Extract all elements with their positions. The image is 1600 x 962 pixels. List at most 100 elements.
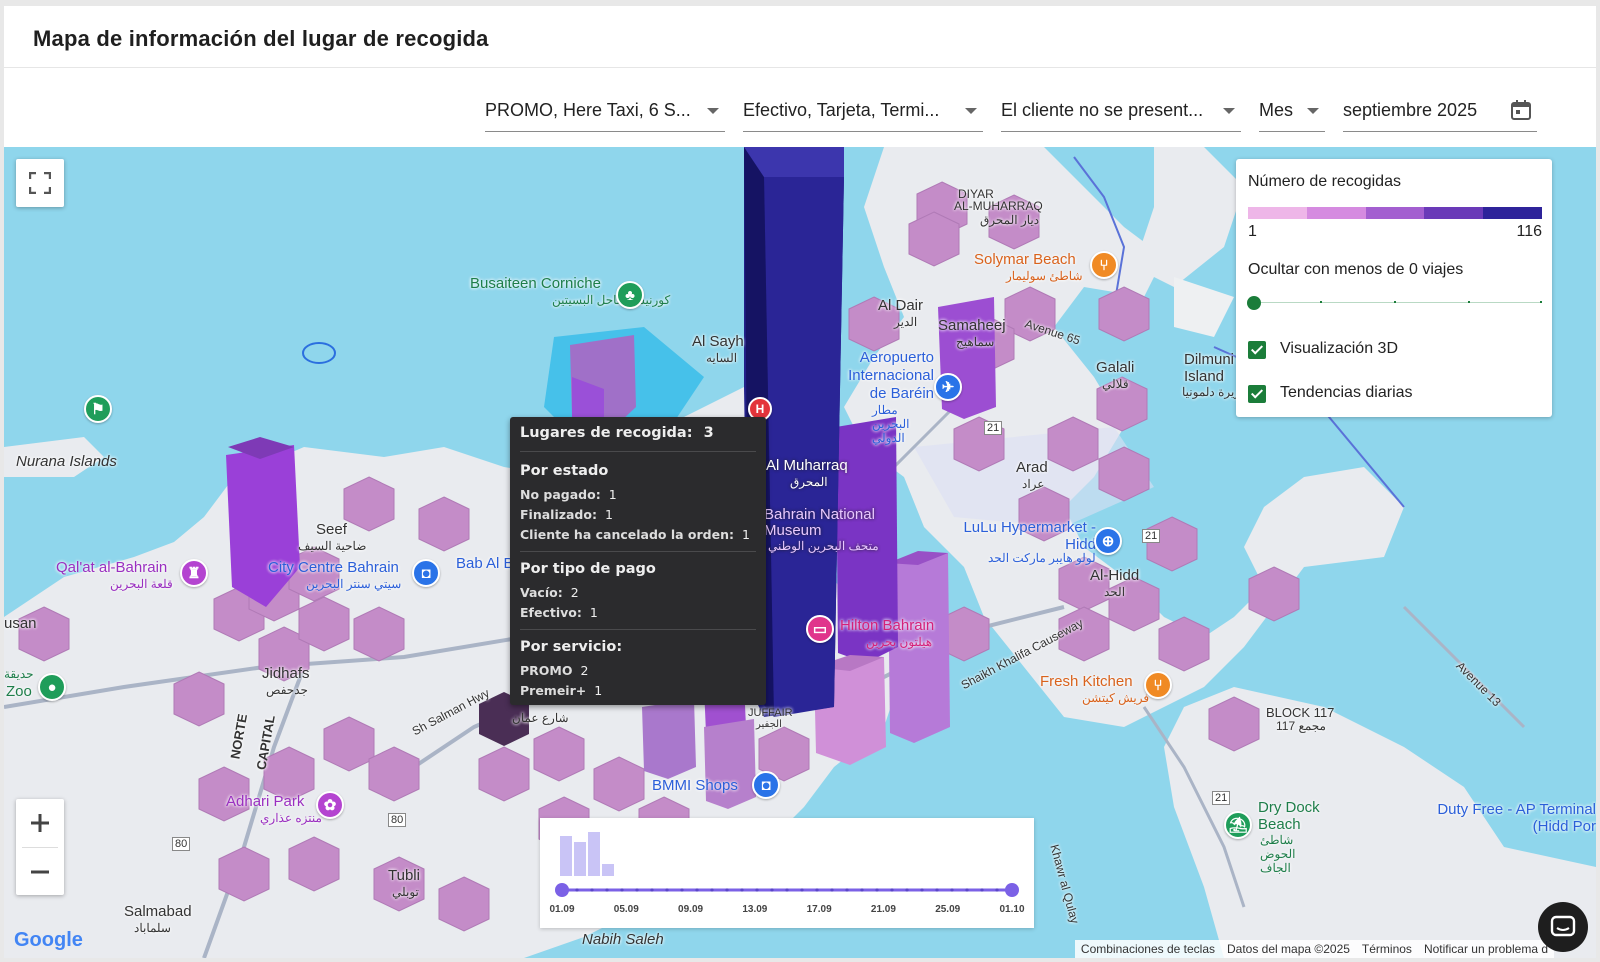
- map-label: Samaheej: [938, 317, 1006, 334]
- legend-color-step: [1483, 207, 1542, 219]
- timeline-day-dot: [815, 888, 819, 892]
- plus-icon: [31, 814, 49, 832]
- map-label: فريش كيتشن: [1082, 691, 1150, 705]
- chevron-down-icon: [707, 108, 719, 114]
- date-picker[interactable]: septiembre 2025: [1343, 92, 1537, 132]
- tooltip-row-value: 2: [570, 585, 579, 600]
- hiking-icon[interactable]: ⚑: [84, 395, 112, 423]
- map-label: حديقة: [4, 667, 34, 681]
- tooltip-row-label: Premeir+: [520, 683, 587, 698]
- service-filter-value: PROMO, Here Taxi, 6 S...: [485, 100, 691, 120]
- route-shield: 80: [388, 813, 407, 827]
- map-label: BLOCK 117: [1266, 705, 1335, 720]
- terms-link[interactable]: Términos: [1356, 940, 1418, 958]
- fullscreen-button[interactable]: [16, 159, 64, 207]
- slider-handle[interactable]: [1247, 296, 1261, 310]
- range-end-handle[interactable]: [1005, 883, 1019, 897]
- zoom-in-button[interactable]: [16, 799, 64, 847]
- tooltip-service-title: Por servicio:: [520, 639, 623, 655]
- legend-color-step: [1365, 207, 1425, 219]
- legend-title: Número de recogidas: [1248, 173, 1401, 190]
- park-icon[interactable]: ♣: [616, 281, 644, 309]
- period-filter[interactable]: Mes: [1259, 92, 1325, 132]
- map-label: شارع عمان: [512, 711, 569, 725]
- timeline-day-dot: [935, 888, 939, 892]
- route-shield: 21: [1142, 529, 1161, 543]
- service-filter[interactable]: PROMO, Here Taxi, 6 S...: [485, 92, 725, 132]
- shopping-bag-icon[interactable]: ◘: [752, 771, 780, 799]
- timeline-day-dot: [755, 888, 759, 892]
- map[interactable]: DIYAR AL-MUHARRAQ ديار المحرق Solymar Be…: [4, 147, 1596, 958]
- map-label: Nurana Islands: [16, 453, 117, 470]
- min-trips-label: Ocultar con menos de 0 viajes: [1248, 261, 1464, 278]
- zoom-out-button[interactable]: [16, 848, 64, 896]
- map-label: شاطئ الحوض الجاف: [1260, 833, 1296, 875]
- card: Mapa de información del lugar de recogid…: [4, 6, 1596, 958]
- restaurant-icon[interactable]: ⑂: [1144, 671, 1172, 699]
- map-label: usan: [4, 615, 37, 632]
- timeline-day-dot: [650, 888, 654, 892]
- landmark-icon[interactable]: ♜: [180, 559, 208, 587]
- tooltip-row-label: No pagado:: [520, 487, 601, 502]
- map-label: Duty Free - AP Terminal (Hidd Por: [1437, 801, 1596, 835]
- map-label: عراد: [1022, 477, 1045, 491]
- zoom-control: [16, 799, 64, 895]
- map-label: لولو هايبر ماركت الحد: [988, 551, 1096, 565]
- map-label: السايه: [706, 351, 738, 365]
- map-label: Jidhafs: [262, 665, 310, 682]
- hotel-icon[interactable]: ▭: [806, 615, 834, 643]
- fullscreen-icon: [29, 172, 51, 194]
- map-label: Zoo: [6, 683, 32, 700]
- timeline-day-dot: [920, 888, 924, 892]
- chat-button[interactable]: [1538, 902, 1588, 952]
- timeline-day-dot: [860, 888, 864, 892]
- map-label: City Centre Bahrain: [268, 559, 399, 576]
- map-label: Busaiteen Corniche: [470, 275, 601, 292]
- tooltip-payment-title: Por tipo de pago: [520, 561, 656, 577]
- period-filter-value: Mes: [1259, 100, 1294, 120]
- status-filter-value: El cliente no se present...: [1001, 100, 1204, 120]
- zoo-icon[interactable]: ●: [38, 673, 66, 701]
- chat-icon: [1550, 915, 1576, 937]
- map-label: الحد: [1104, 585, 1126, 599]
- legend-color-step: [1306, 207, 1366, 219]
- range-start-handle[interactable]: [555, 883, 569, 897]
- timeline-day-dot: [875, 888, 879, 892]
- map-label: مجمع 117: [1276, 719, 1326, 733]
- map-label: كورنيش ساحل البسيتين: [552, 293, 671, 307]
- google-logo-text: Google: [14, 929, 83, 951]
- map-label: سماهيج: [956, 335, 995, 349]
- chevron-down-icon: [1223, 108, 1235, 114]
- timeline-tick-label: 09.09: [678, 904, 703, 915]
- beach-icon[interactable]: ⛱: [1224, 811, 1252, 839]
- timeline-tick-label: 13.09: [742, 904, 767, 915]
- map-label: مطار البحرين الدولي: [872, 403, 910, 445]
- map-label: Galali: [1096, 359, 1135, 376]
- shopping-cart-icon[interactable]: ⊕: [1094, 527, 1122, 555]
- trend-bar: [602, 864, 614, 876]
- trend-bar: [574, 842, 586, 876]
- map-label: Seef: [316, 521, 347, 538]
- map-label: Fresh Kitchen: [1040, 673, 1133, 690]
- tooltip-divider: [520, 451, 756, 452]
- tooltip-row-value: 1: [589, 605, 598, 620]
- toggle-3d-label: Visualización 3D: [1280, 340, 1398, 357]
- shopping-bag-icon[interactable]: ◘: [412, 559, 440, 587]
- toggle-trends-checkbox[interactable]: Tendencias diarias: [1248, 383, 1548, 405]
- report-problem-link[interactable]: Notificar un problema d: [1418, 940, 1554, 958]
- status-filter[interactable]: El cliente no se present...: [1001, 92, 1241, 132]
- calendar-icon[interactable]: [1509, 98, 1533, 122]
- timeline-day-dot: [845, 888, 849, 892]
- tooltip-row: No pagado: 1: [520, 487, 617, 502]
- keyboard-shortcuts-link[interactable]: Combinaciones de teclas: [1075, 940, 1221, 958]
- timeline-day-dot: [965, 888, 969, 892]
- tooltip-row-label: Finalizado:: [520, 507, 597, 522]
- amusement-park-icon[interactable]: ✿: [316, 791, 344, 819]
- min-trips-slider[interactable]: [1247, 295, 1542, 311]
- airport-icon[interactable]: ✈: [934, 373, 962, 401]
- tooltip-row: Premeir+ 1: [520, 683, 602, 698]
- payment-filter[interactable]: Efectivo, Tarjeta, Termi...: [743, 92, 983, 132]
- restaurant-icon[interactable]: ⑂: [1090, 251, 1118, 279]
- timeline-day-dot: [635, 888, 639, 892]
- toggle-3d-checkbox[interactable]: Visualización 3D: [1248, 339, 1548, 361]
